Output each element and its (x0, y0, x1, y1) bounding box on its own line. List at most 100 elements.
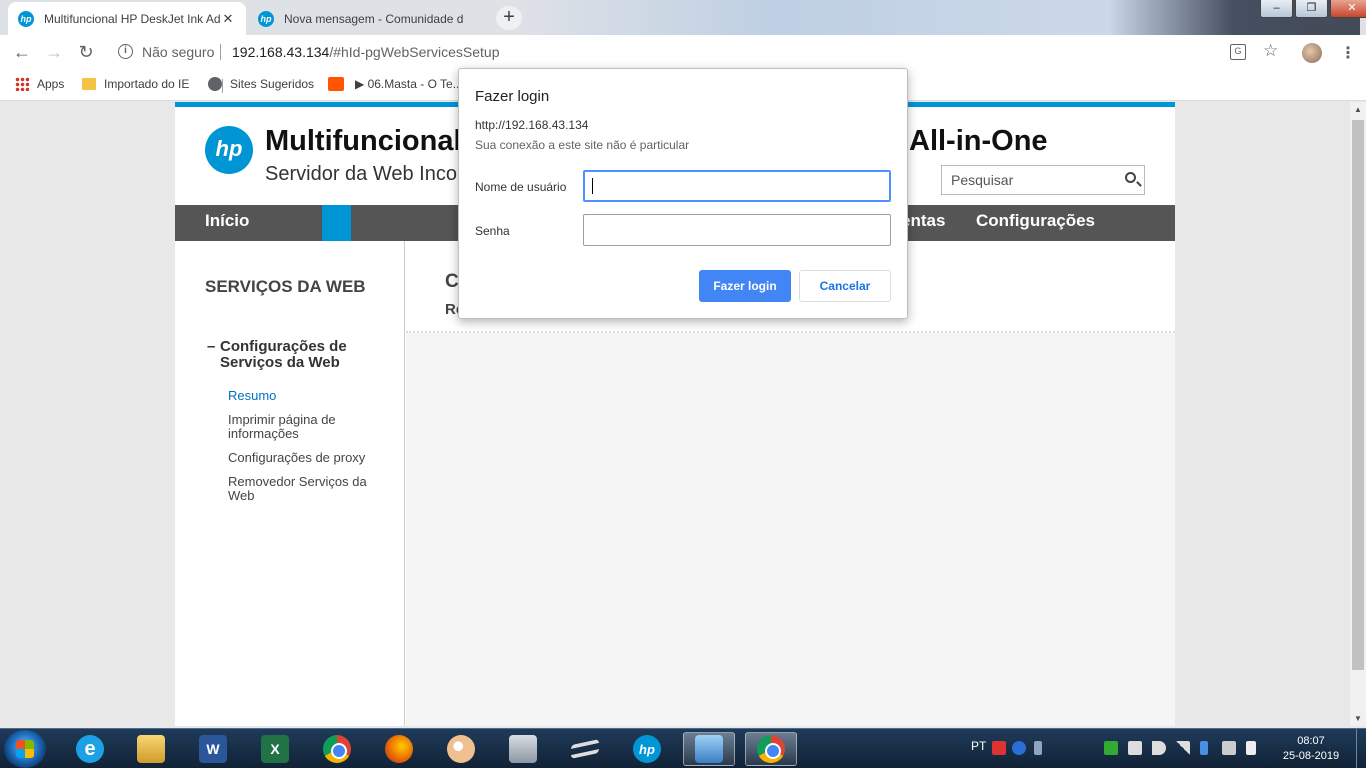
tab-strip: hp Multifuncional HP DeskJet Ink Ad ✕ hp… (0, 0, 1366, 35)
windows-taskbar: e W X hp PT 08:07 25-08-2019 (0, 728, 1366, 768)
username-field[interactable] (583, 170, 891, 202)
sidebar-title: SERVIÇOS DA WEB (205, 277, 366, 296)
globe-icon (208, 77, 222, 91)
sidebar-link-print-info[interactable]: Imprimir página de informações (228, 413, 388, 441)
new-tab-button[interactable]: + (496, 6, 522, 30)
security-label[interactable]: Não seguro (142, 44, 214, 60)
taskbar-control-panel[interactable] (683, 732, 735, 766)
search-input[interactable] (942, 166, 1112, 194)
profile-avatar[interactable] (1302, 43, 1322, 63)
calculator-icon (509, 735, 537, 763)
divider (220, 44, 221, 60)
taskbar-calculator[interactable] (497, 732, 549, 766)
tab-nova-mensagem[interactable]: hp Nova mensagem - Comunidade d (248, 2, 490, 35)
scroll-thumb[interactable] (1352, 120, 1364, 670)
scroll-down-icon[interactable]: ▼ (1354, 714, 1362, 723)
hp-favicon-icon: hp (18, 10, 34, 27)
password-label: Senha (475, 224, 510, 238)
window-controls: – ❐ ✕ (1260, 0, 1366, 18)
tray-arrows-icon[interactable] (1034, 741, 1042, 755)
back-arrow-icon[interactable]: ← (10, 41, 34, 63)
url-text[interactable]: 192.168.43.134/#hId-pgWebServicesSetup (232, 44, 500, 60)
dropbox-icon[interactable] (1222, 741, 1236, 755)
bookmark-importado-ie[interactable]: Importado do IE (82, 77, 189, 91)
chrome-icon (323, 735, 351, 763)
hp-favicon-icon: hp (258, 10, 274, 27)
clock-time: 08:07 (1297, 735, 1325, 747)
hp-logo[interactable]: hp (205, 126, 253, 174)
system-tray: PT 08:07 25-08-2019 (968, 729, 1366, 768)
nav-home[interactable]: Início (205, 211, 249, 231)
close-window-button[interactable]: ✕ (1330, 0, 1366, 18)
taskbar-hp[interactable]: hp (621, 732, 673, 766)
bluetooth-icon[interactable] (1200, 741, 1208, 755)
folder-icon (82, 78, 96, 90)
dialog-title: Fazer login (475, 88, 550, 105)
reload-icon[interactable]: ↻ (74, 41, 98, 63)
collapse-icon[interactable]: – (207, 339, 215, 355)
search-box (941, 165, 1145, 195)
tab-hp-printer[interactable]: hp Multifuncional HP DeskJet Ink Ad ✕ (8, 2, 246, 35)
taskbar-word[interactable]: W (187, 732, 239, 766)
taskbar-chrome-active[interactable] (745, 732, 797, 766)
page-subtitle: Servidor da Web Incorporado (265, 163, 465, 185)
page-title-end: All-in-One (909, 125, 1048, 157)
volume-icon[interactable] (1152, 741, 1166, 755)
forward-arrow-icon[interactable]: → (42, 41, 66, 63)
nav-settings[interactable]: Configurações (976, 211, 1095, 231)
page-scrollbar[interactable]: ▲ ▼ (1350, 102, 1366, 726)
bookmark-masta[interactable]: ▶ 06.Masta - O Te... (355, 77, 463, 91)
page-title: Multifuncional (265, 125, 462, 157)
dialog-note: Sua conexão a este site não é particular (475, 138, 690, 152)
sync-check-icon[interactable] (1104, 741, 1118, 755)
apps-grid-icon (15, 77, 29, 91)
action-center-flag-icon[interactable] (1246, 741, 1256, 755)
bookmark-sites-sugeridos[interactable]: Sites Sugeridos (208, 77, 314, 91)
bookmark-soundcloud[interactable] (328, 77, 352, 91)
minimize-button[interactable]: – (1260, 0, 1293, 18)
network-signal-icon[interactable] (1176, 741, 1190, 755)
taskbar-file-explorer[interactable] (125, 732, 177, 766)
language-indicator[interactable]: PT (971, 739, 986, 753)
taskbar-paint[interactable] (435, 732, 487, 766)
tab-title: Multifuncional HP DeskJet Ink Ad (44, 11, 220, 26)
password-field[interactable] (583, 214, 891, 246)
close-tab-icon[interactable]: ✕ (220, 11, 236, 27)
clock[interactable]: 08:07 25-08-2019 (1276, 734, 1346, 764)
bookmark-star-icon[interactable]: ☆ (1263, 41, 1278, 61)
taskbar-firefox[interactable] (373, 732, 425, 766)
acrobat-icon[interactable] (992, 741, 1006, 755)
sidebar-link-resumo[interactable]: Resumo (228, 389, 388, 403)
folder-icon (137, 735, 165, 763)
show-desktop-button[interactable] (1356, 729, 1366, 768)
control-panel-icon (695, 735, 723, 763)
bookmark-apps[interactable]: Apps (15, 77, 64, 91)
window-background (520, 0, 1360, 35)
taskbar-chrome[interactable] (311, 732, 363, 766)
help-icon[interactable] (1012, 741, 1026, 755)
nav-active-indicator (322, 205, 351, 241)
username-label: Nome de usuário (475, 180, 567, 194)
translate-icon[interactable]: G (1230, 44, 1246, 60)
taskbar-excel[interactable]: X (249, 732, 301, 766)
menu-kebab-icon[interactable]: ⋮ (1340, 43, 1356, 63)
sidebar-link-proxy[interactable]: Configurações de proxy (228, 451, 388, 465)
maximize-button[interactable]: ❐ (1295, 0, 1328, 18)
soundcloud-icon (328, 77, 344, 91)
address-bar[interactable]: i Não seguro 192.168.43.134/#hId-pgWebSe… (110, 38, 1290, 66)
taskbar-internet-explorer[interactable]: e (64, 732, 116, 766)
start-button[interactable] (4, 730, 46, 768)
internet-explorer-icon: e (76, 735, 104, 763)
tab-title: Nova mensagem - Comunidade d (284, 11, 464, 26)
scanner-icon (571, 739, 599, 759)
taskbar-scanner[interactable] (559, 732, 611, 766)
chrome-icon (757, 735, 785, 763)
cancel-button[interactable]: Cancelar (799, 270, 891, 302)
device-icon[interactable] (1128, 741, 1142, 755)
scroll-up-icon[interactable]: ▲ (1354, 105, 1362, 114)
sidebar-link-remove-services[interactable]: Removedor Serviços da Web (228, 475, 388, 503)
login-dialog: Fazer login http://192.168.43.134 Sua co… (458, 68, 908, 319)
info-icon[interactable]: i (118, 44, 133, 59)
login-button[interactable]: Fazer login (699, 270, 791, 302)
search-icon[interactable] (1125, 172, 1136, 183)
